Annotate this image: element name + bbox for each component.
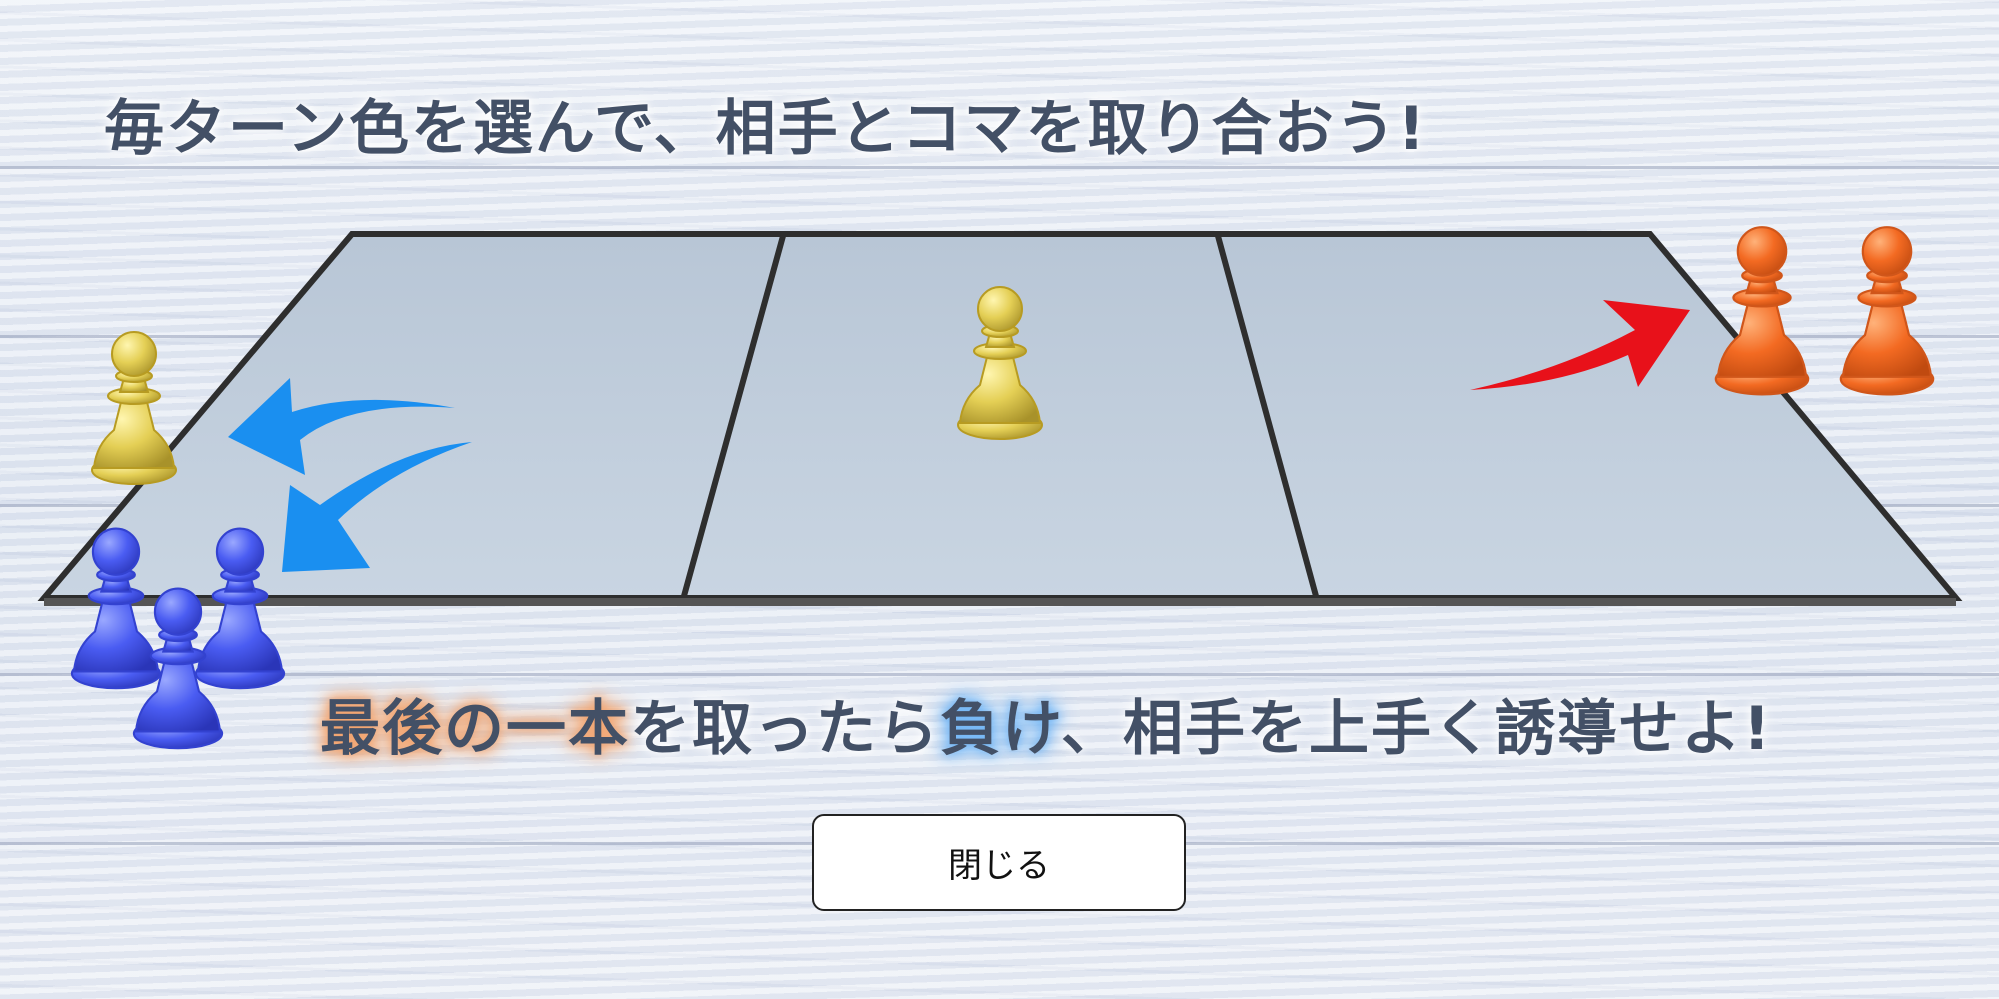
orange-pawn-2 <box>1839 226 1935 396</box>
instruction-headline: 毎ターン色を選んで、相手とコマを取り合おう! <box>104 94 1427 164</box>
orange-pawn-1 <box>1714 226 1810 396</box>
instruction-subline: 最後の一本を取ったら負け、相手を上手く誘導せよ! <box>320 680 1772 767</box>
subline-text-2: 、相手を上手く誘導せよ! <box>1061 694 1773 764</box>
subline-text-1: を取ったら <box>630 694 940 764</box>
highlight-lose: 負け <box>940 694 1061 764</box>
close-button[interactable]: 閉じる <box>812 814 1186 911</box>
highlight-last-piece: 最後の一本 <box>320 694 630 764</box>
yellow-pawn-left <box>91 331 177 485</box>
